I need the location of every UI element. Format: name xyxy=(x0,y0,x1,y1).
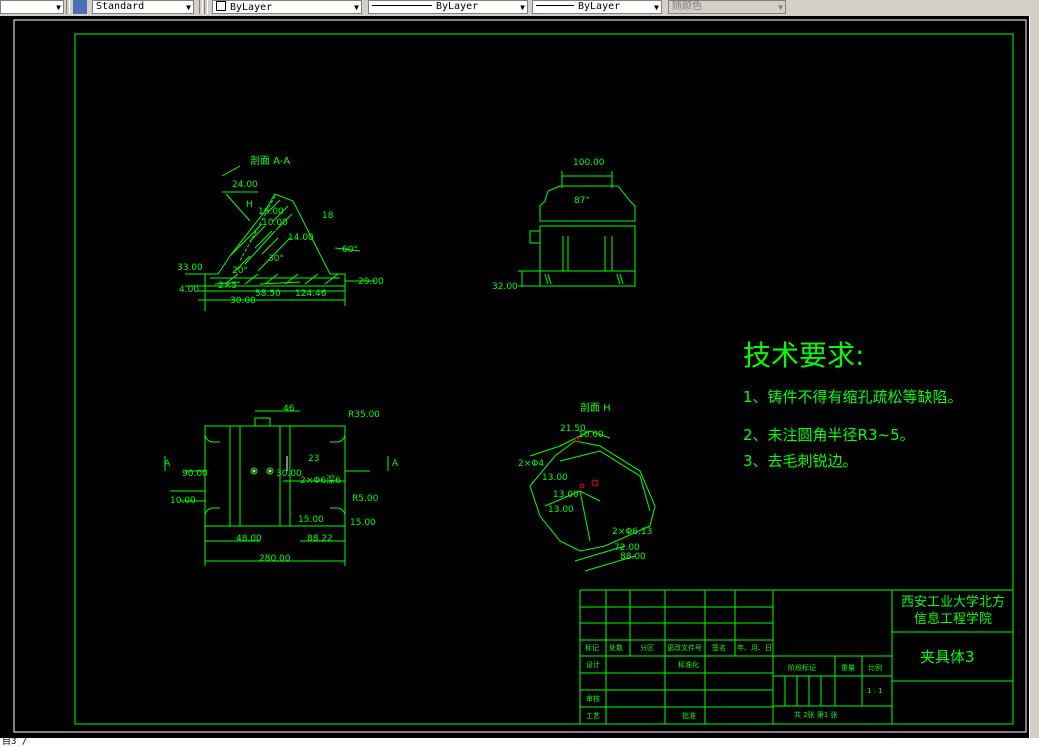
text-style-value: Standard xyxy=(96,1,145,12)
dim-label: 10.00 xyxy=(262,218,288,228)
dim-label: 30.00 xyxy=(230,296,256,306)
dim-label: 88.00 xyxy=(620,552,646,562)
dim-label: R35.00 xyxy=(348,410,381,420)
part-name: 夹具体3 xyxy=(920,648,975,666)
dim-label: 100.00 xyxy=(573,158,605,168)
dim-label: 15.00 xyxy=(298,515,324,525)
color-control-dropdown[interactable]: ByLayer ▼ xyxy=(212,0,362,14)
line-sample-icon xyxy=(372,5,432,6)
chevron-down-icon: ▼ xyxy=(778,3,783,12)
dim-label: 29.00 xyxy=(358,277,384,287)
linetype-control-dropdown[interactable]: ByLayer ▼ xyxy=(368,0,528,14)
vertical-scrollbar[interactable] xyxy=(1029,16,1039,738)
dim-label: 48.00 xyxy=(236,534,262,544)
dim-label: R5.00 xyxy=(352,494,379,504)
dim-label: 18 xyxy=(322,211,334,221)
dim-label: H xyxy=(246,200,253,210)
dim-label: 60° xyxy=(342,245,358,255)
chevron-down-icon: ▼ xyxy=(186,3,191,12)
row-label: 更改文件号 xyxy=(667,644,702,652)
dim-label: 16.00 xyxy=(258,207,284,217)
stage-label: 比例 xyxy=(868,664,882,672)
tech-requirement-item: 1、铸件不得有缩孔疏松等缺陷。 xyxy=(743,388,963,406)
left-label: 工艺 xyxy=(586,712,600,720)
dim-label: 87° xyxy=(574,196,590,206)
section-aa-title: 剖面 A-A xyxy=(250,156,291,167)
stage-label: 重量 xyxy=(841,664,855,672)
dim-label: 46 xyxy=(283,404,295,414)
drawing-canvas[interactable]: 剖面 A-A 24.00 16.00 10.00 18 14.00 60° 33… xyxy=(0,16,1029,738)
dim-label: 2×Φ6深6 xyxy=(300,476,341,486)
tech-requirement-item: 2、未注圆角半径R3~5。 xyxy=(743,426,915,444)
dim-label: 13.00 xyxy=(548,505,574,515)
dim-label: 88.22 xyxy=(307,534,333,544)
tech-requirement-item: 3、去毛刺锐边。 xyxy=(743,452,858,470)
section-marker: A xyxy=(164,459,171,469)
dim-label: 13.00 xyxy=(553,490,579,500)
toolbar-separator xyxy=(199,0,203,14)
chevron-down-icon: ▼ xyxy=(520,3,525,12)
plot-style-dropdown[interactable]: 随颜色 ▼ xyxy=(668,0,786,14)
chevron-down-icon: ▼ xyxy=(654,3,659,12)
toolbar-separator xyxy=(66,0,70,14)
dim-label: 13.00 xyxy=(542,473,568,483)
color-swatch-icon xyxy=(216,1,226,11)
row-label: 年、月、日 xyxy=(737,644,772,652)
row-label: 处数 xyxy=(609,644,623,652)
plot-style-value: 随颜色 xyxy=(672,1,702,12)
dim-label: 4.00 xyxy=(179,285,200,295)
dim-label: 58.50 xyxy=(255,289,281,299)
text-style-dropdown[interactable]: Standard ▼ xyxy=(92,0,194,14)
row-label: 标记 xyxy=(585,644,599,652)
section-h-title: 剖面 H xyxy=(580,403,611,414)
command-text: 目3 / xyxy=(2,737,28,747)
left-label: 设计 xyxy=(586,661,600,669)
dim-label: 90.00 xyxy=(182,469,208,479)
tech-requirements-title: 技术要求: xyxy=(743,339,865,372)
sheet-count: 共 2张 第1 张 xyxy=(794,711,838,719)
line-sample-icon xyxy=(536,5,574,6)
chevron-down-icon: ▼ xyxy=(56,3,61,12)
dim-label: 24.00 xyxy=(232,180,258,190)
linetype-value: ByLayer xyxy=(436,1,479,12)
lineweight-value: ByLayer xyxy=(578,1,621,12)
color-value: ByLayer xyxy=(230,2,273,13)
dim-label: 23 xyxy=(308,454,320,464)
dim-label: 14.00 xyxy=(288,233,314,243)
dim-label: 15.00 xyxy=(350,518,376,528)
dim-label: 32.00 xyxy=(492,282,518,292)
left-label: 标准化 xyxy=(678,661,699,669)
dim-label: 2×5 xyxy=(218,281,237,291)
section-marker: A xyxy=(392,459,399,469)
dim-label: 20° xyxy=(232,266,248,276)
stage-label: 阶段标记 xyxy=(788,664,816,672)
scale-value: 1 : 1 xyxy=(867,687,883,695)
dim-label: 10.00 xyxy=(578,430,604,440)
left-label: 审核 xyxy=(586,695,600,703)
dim-label: 280.00 xyxy=(259,554,291,564)
left-label: 批准 xyxy=(682,712,696,720)
dim-label: 30.00 xyxy=(276,469,302,479)
row-label: 分区 xyxy=(640,644,654,652)
dim-label: 2×Φ4 xyxy=(518,459,545,469)
dim-label: 124.46 xyxy=(295,289,327,299)
school-name: 西安工业大学北方信息工程学院 xyxy=(900,595,1005,627)
drawing-geometry xyxy=(13,19,1027,733)
text-style-icon[interactable] xyxy=(73,0,87,14)
dim-label: 30° xyxy=(268,254,284,264)
toolbar-separator xyxy=(204,0,208,14)
chevron-down-icon: ▼ xyxy=(354,3,359,12)
command-line[interactable]: 目3 / xyxy=(0,738,1039,747)
dim-label: 33.00 xyxy=(177,263,203,273)
dim-label: 10.00 xyxy=(170,496,196,506)
properties-toolbar: ▼ Standard ▼ ByLayer ▼ ByLayer ▼ ByLayer ▼ 随… xyxy=(0,0,1039,17)
dim-label: 2×Φ6.13 xyxy=(612,527,653,537)
row-label: 签名 xyxy=(712,644,726,652)
lineweight-control-dropdown[interactable]: ByLayer ▼ xyxy=(532,0,662,14)
toolbar-dropdown-left[interactable]: ▼ xyxy=(0,0,64,14)
